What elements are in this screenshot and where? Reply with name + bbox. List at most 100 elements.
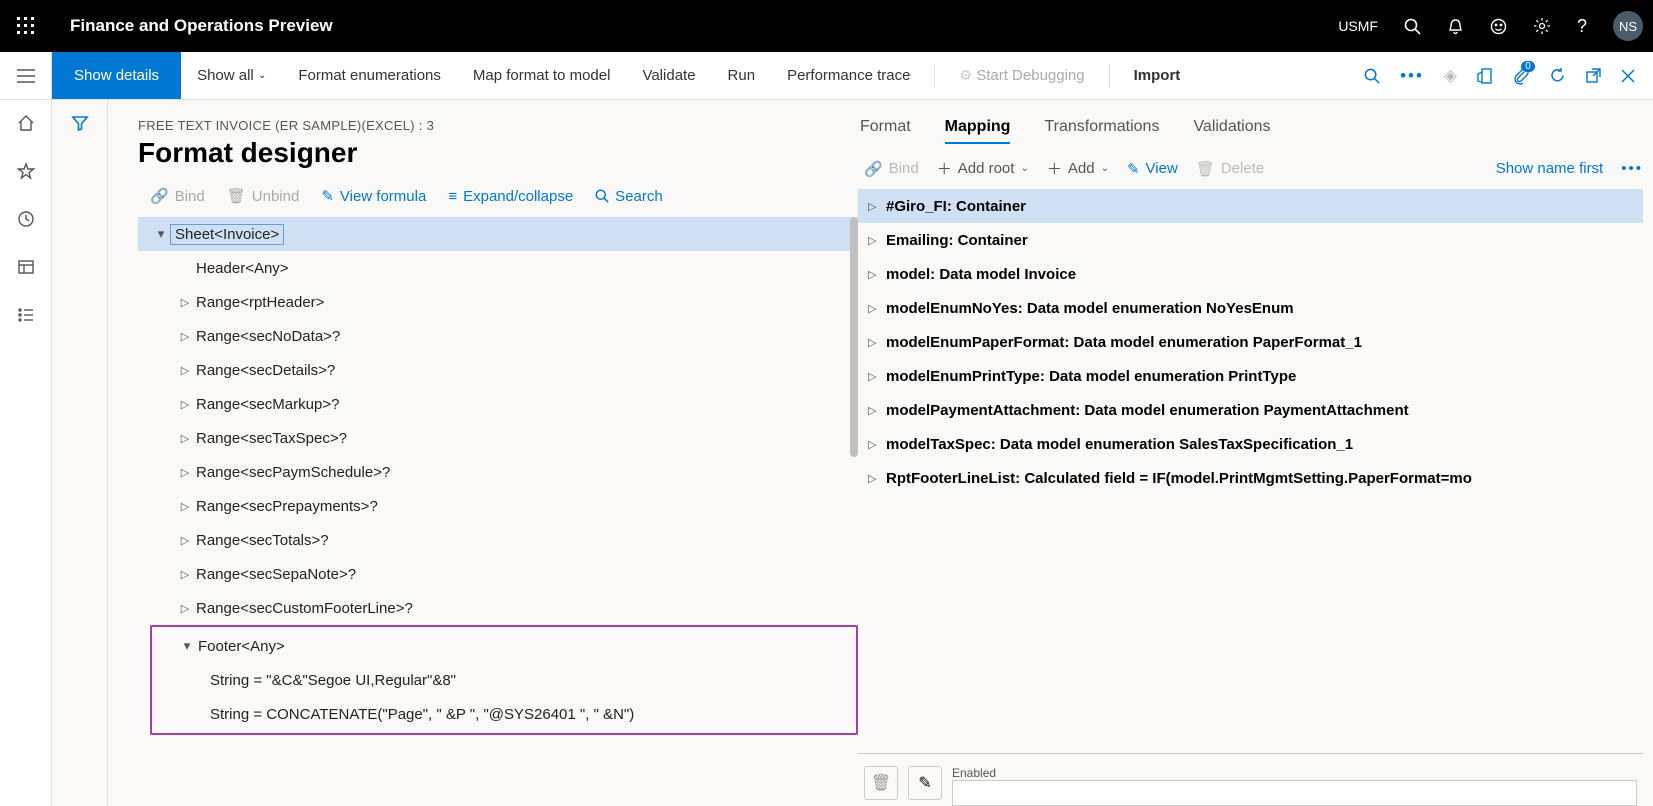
company-code[interactable]: USMF xyxy=(1338,18,1378,34)
workspace-icon[interactable] xyxy=(17,258,35,276)
recent-icon[interactable] xyxy=(17,210,35,228)
enabled-input[interactable] xyxy=(952,780,1637,806)
mapping-row[interactable]: modelEnumPaperFormat: Data model enumera… xyxy=(858,325,1643,359)
tree-item[interactable]: Range<secPrepayments>? xyxy=(138,489,858,523)
mapping-row[interactable]: modelPaymentAttachment: Data model enume… xyxy=(858,393,1643,427)
add-dropdown[interactable]: ＋Add⌄ xyxy=(1047,158,1109,179)
format-tree: Sheet<Invoice> Header<Any> Range<rptHead… xyxy=(138,217,858,735)
popout-icon[interactable] xyxy=(1586,68,1601,83)
tree-item-string[interactable]: String = CONCATENATE("Page", " &P ", "@S… xyxy=(152,697,856,731)
footer-highlight: Footer<Any> String = "&C&"Segoe UI,Regul… xyxy=(150,625,858,735)
view-formula-button[interactable]: ✎View formula xyxy=(321,187,426,205)
list-icon[interactable] xyxy=(17,306,35,324)
mapping-tree: #Giro_FI: Container Emailing: Container … xyxy=(858,189,1643,495)
tree-item-string[interactable]: String = "&C&"Segoe UI,Regular"&8" xyxy=(152,663,856,697)
performance-trace-button[interactable]: Performance trace xyxy=(771,52,926,99)
chevron-down-icon[interactable] xyxy=(152,226,170,242)
tab-mapping[interactable]: Mapping xyxy=(945,118,1011,144)
chevron-right-icon xyxy=(868,336,886,349)
chevron-right-icon xyxy=(868,200,886,213)
filter-icon[interactable] xyxy=(71,114,89,806)
view-button[interactable]: ✎View xyxy=(1127,160,1178,178)
diamond-icon[interactable]: ◈ xyxy=(1444,66,1457,86)
tab-format[interactable]: Format xyxy=(860,118,911,144)
mapping-toolbar: 🔗Bind ＋Add root⌄ ＋Add⌄ ✎View 🗑Delete Sho… xyxy=(858,158,1643,179)
format-enumerations-button[interactable]: Format enumerations xyxy=(282,52,457,99)
mapping-row[interactable]: model: Data model Invoice xyxy=(858,257,1643,291)
tree-item[interactable]: Range<secDetails>? xyxy=(138,353,858,387)
chevron-right-icon xyxy=(176,398,194,411)
edit-icon[interactable]: ✎ xyxy=(908,766,942,800)
property-panel: 🗑 ✎ Enabled xyxy=(858,753,1643,806)
bind-button[interactable]: 🔗Bind xyxy=(150,187,205,205)
chevron-right-icon xyxy=(868,370,886,383)
run-button[interactable]: Run xyxy=(712,52,772,99)
tree-item[interactable]: Range<secPaymSchedule>? xyxy=(138,455,858,489)
enabled-label: Enabled xyxy=(952,766,1637,780)
map-format-button[interactable]: Map format to model xyxy=(457,52,627,99)
scrollbar[interactable] xyxy=(850,217,858,457)
show-all-dropdown[interactable]: Show all ⌄ xyxy=(181,52,282,99)
expand-collapse-button[interactable]: ≡Expand/collapse xyxy=(448,187,573,205)
mapping-row[interactable]: #Giro_FI: Container xyxy=(858,189,1643,223)
mapping-row[interactable]: modelEnumNoYes: Data model enumeration N… xyxy=(858,291,1643,325)
gear-icon[interactable] xyxy=(1533,17,1551,35)
mapping-row[interactable]: RptFooterLineList: Calculated field = IF… xyxy=(858,461,1643,495)
bell-icon[interactable] xyxy=(1447,18,1464,35)
validate-button[interactable]: Validate xyxy=(626,52,711,99)
tab-validations[interactable]: Validations xyxy=(1193,118,1270,144)
avatar[interactable]: NS xyxy=(1613,11,1643,41)
tree-item[interactable]: Range<rptHeader> xyxy=(138,285,858,319)
import-button[interactable]: Import xyxy=(1118,52,1197,99)
tree-item[interactable]: Range<secNoData>? xyxy=(138,319,858,353)
mapping-row[interactable]: Emailing: Container xyxy=(858,223,1643,257)
search-icon[interactable] xyxy=(1404,18,1421,35)
chevron-right-icon xyxy=(176,534,194,547)
search-command-icon[interactable] xyxy=(1364,68,1380,84)
mapping-row[interactable]: modelEnumPrintType: Data model enumerati… xyxy=(858,359,1643,393)
tree-item[interactable]: Range<secCustomFooterLine>? xyxy=(138,591,858,625)
chevron-right-icon xyxy=(868,438,886,451)
show-details-button[interactable]: Show details xyxy=(52,52,181,99)
tree-item[interactable]: Header<Any> xyxy=(138,251,858,285)
home-icon[interactable] xyxy=(17,114,35,132)
unbind-button[interactable]: 🗑Unbind xyxy=(227,187,300,205)
delete-button[interactable]: 🗑Delete xyxy=(1196,160,1264,178)
tree-item-footer[interactable]: Footer<Any> xyxy=(152,629,856,663)
chevron-right-icon xyxy=(176,296,194,309)
trash-icon[interactable]: 🗑 xyxy=(864,766,898,800)
global-header: Finance and Operations Preview USMF ? NS xyxy=(0,0,1653,52)
show-name-first-button[interactable]: Show name first xyxy=(1496,160,1604,177)
tree-item[interactable]: Range<secTaxSpec>? xyxy=(138,421,858,455)
help-icon[interactable]: ? xyxy=(1577,16,1587,37)
mapping-row[interactable]: modelTaxSpec: Data model enumeration Sal… xyxy=(858,427,1643,461)
start-debugging-button[interactable]: ⚙ Start Debugging xyxy=(943,52,1100,99)
tree-item[interactable]: Range<secMarkup>? xyxy=(138,387,858,421)
refresh-icon[interactable] xyxy=(1549,67,1566,84)
waffle-menu-icon[interactable] xyxy=(10,10,42,42)
chevron-right-icon xyxy=(868,404,886,417)
bind-button-right[interactable]: 🔗Bind xyxy=(864,160,919,178)
add-root-dropdown[interactable]: ＋Add root⌄ xyxy=(937,158,1029,179)
star-icon[interactable] xyxy=(17,162,35,180)
hamburger-icon[interactable] xyxy=(0,52,52,99)
breadcrumb: FREE TEXT INVOICE (ER SAMPLE)(EXCEL) : 3 xyxy=(138,118,858,133)
close-icon[interactable] xyxy=(1621,69,1635,83)
tree-root[interactable]: Sheet<Invoice> xyxy=(138,217,858,251)
chevron-right-icon xyxy=(868,472,886,485)
format-toolbar: 🔗Bind 🗑Unbind ✎View formula ≡Expand/coll… xyxy=(138,187,858,205)
smiley-icon[interactable] xyxy=(1490,18,1507,35)
chevron-right-icon xyxy=(176,466,194,479)
more-icon[interactable]: ••• xyxy=(1621,160,1643,177)
chevron-right-icon xyxy=(868,302,886,315)
chevron-right-icon xyxy=(176,364,194,377)
attachment-icon[interactable]: 0 xyxy=(1513,67,1529,85)
tab-transformations[interactable]: Transformations xyxy=(1044,118,1159,144)
format-tree-pane: FREE TEXT INVOICE (ER SAMPLE)(EXCEL) : 3… xyxy=(108,100,858,806)
tree-item[interactable]: Range<secTotals>? xyxy=(138,523,858,557)
chevron-right-icon xyxy=(176,330,194,343)
search-button[interactable]: Search xyxy=(595,187,663,205)
tree-item[interactable]: Range<secSepaNote>? xyxy=(138,557,858,591)
office-icon[interactable] xyxy=(1477,67,1493,85)
more-icon[interactable]: ••• xyxy=(1400,66,1424,86)
